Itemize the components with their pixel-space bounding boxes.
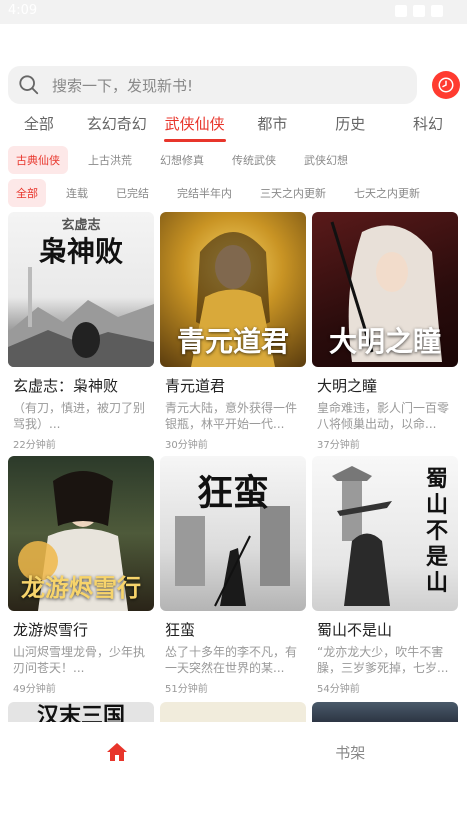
book-cover: 大明之瞳 [312,212,458,367]
nav-bookshelf-label: 书架 [335,743,366,762]
book-desc: 怂了十多年的李不凡，有一天突然在世界的某... [165,645,298,675]
book-cover[interactable]: 汉末三国 [8,702,154,724]
chip-wuxia-fantasy[interactable]: 武侠幻想 [296,146,356,174]
book-card[interactable]: 龙游烬雪行 龙游烬雪行 山河烬雪埋龙骨，少年执刃问苍天！... 49分钟前 [8,456,154,695]
book-card[interactable]: 大明之瞳 大明之瞳 皇命难违，影人门一百零八将倾巢出动，以命... 37分钟前 [312,212,458,451]
book-desc: 皇命难违，影人门一百零八将倾巢出动，以命... [317,401,450,431]
category-tabs: 全部 玄幻奇幻 武侠仙侠 都市 历史 科幻 [0,112,467,144]
cover-title: 狂蛮 [196,472,269,514]
filter-completed[interactable]: 已完结 [108,179,157,207]
filter-serializing[interactable]: 连载 [58,179,96,207]
clock-icon [438,77,454,93]
book-cover[interactable] [312,702,458,724]
filter-all[interactable]: 全部 [8,179,46,207]
chip-ancient-honghuang[interactable]: 上古洪荒 [80,146,140,174]
book-title: 龙游烬雪行 [13,621,89,639]
book-cover: 狂蛮 [160,456,306,611]
filter-updated-7-days[interactable]: 七天之内更新 [346,179,428,207]
cover-title: 蜀山不是山 [425,466,448,596]
status-icons [395,5,443,17]
nav-home[interactable] [0,722,234,782]
bottom-nav: 书架 [0,722,467,782]
tab-all[interactable]: 全部 [0,112,78,144]
book-cover[interactable] [160,702,306,724]
status-bar: 4:09 [0,0,467,24]
book-grid: 玄虚志 枭神败 玄虚志：枭神败 （有刀，慎进，被刀了别骂我）... 22分钟前 … [8,212,459,695]
book-title: 蜀山不是山 [317,621,393,639]
book-card[interactable]: 蜀山不是山 蜀山不是山 “龙亦龙大少，吹牛不害臊，三岁爹死掉，七岁... 54分… [312,456,458,695]
book-cover: 玄虚志 枭神败 [8,212,154,367]
filter-updated-3-days[interactable]: 三天之内更新 [252,179,334,207]
book-card[interactable]: 玄虚志 枭神败 玄虚志：枭神败 （有刀，慎进，被刀了别骂我）... 22分钟前 [8,212,154,451]
book-cover: 蜀山不是山 [312,456,458,611]
book-time: 30分钟前 [165,440,208,451]
cover-title: 龙游烬雪行 [21,573,141,602]
book-time: 37分钟前 [317,440,360,451]
tab-fantasy[interactable]: 玄幻奇幻 [78,112,156,144]
signal-icon [413,5,425,17]
cover-title: 汉末三国 [36,703,125,724]
book-desc: “龙亦龙大少，吹牛不害臊，三岁爹死掉，七岁... [317,645,449,675]
book-cover: 青元道君 [160,212,306,367]
search-icon [18,74,40,96]
sub-category-row: 古典仙侠 上古洪荒 幻想修真 传统武侠 武侠幻想 [8,146,356,174]
book-cover: 龙游烬雪行 [8,456,154,611]
book-title: 青元道君 [165,377,226,395]
search-placeholder: 搜索一下，发现新书! [52,76,194,95]
wifi-icon [395,5,407,17]
tab-scifi[interactable]: 科幻 [389,112,467,144]
cover-title: 枭神败 [38,235,123,268]
chip-classic-xianxia[interactable]: 古典仙侠 [8,146,68,174]
book-time: 49分钟前 [13,684,56,695]
book-title: 狂蛮 [165,621,196,639]
history-button[interactable] [432,71,460,99]
tab-urban[interactable]: 都市 [233,112,311,144]
battery-icon [431,5,443,17]
search-row: 搜索一下，发现新书! [8,66,460,104]
book-time: 51分钟前 [165,684,208,695]
book-time: 54分钟前 [317,684,360,695]
search-input[interactable]: 搜索一下，发现新书! [8,66,417,104]
next-row-peek: 汉末三国 [8,702,458,724]
book-card[interactable]: 狂蛮 狂蛮 怂了十多年的李不凡，有一天突然在世界的某... 51分钟前 [160,456,306,695]
book-desc: （有刀，慎进，被刀了别骂我）... [13,401,146,431]
book-desc: 青元大陆，意外获得一件银瓶，林平开始一代... [165,401,298,431]
home-icon [106,743,127,761]
status-time: 4:09 [8,3,38,18]
book-title: 玄虚志：枭神败 [13,377,119,395]
cover-title: 青元道君 [176,325,289,358]
bottom-spacer [0,782,467,830]
nav-bookshelf[interactable]: 书架 [234,722,467,782]
book-title: 大明之瞳 [317,377,378,395]
book-desc: 山河烬雪埋龙骨，少年执刃问苍天！... [13,645,146,675]
book-card[interactable]: 青元道君 青元道君 青元大陆，意外获得一件银瓶，林平开始一代... 30分钟前 [160,212,306,451]
tab-wuxia[interactable]: 武侠仙侠 [156,112,234,144]
status-filter-row: 全部 连载 已完结 完结半年内 三天之内更新 七天之内更新 [8,179,428,207]
filter-completed-half-year[interactable]: 完结半年内 [169,179,240,207]
chip-traditional-wuxia[interactable]: 传统武侠 [224,146,284,174]
cover-title: 大明之瞳 [328,325,441,358]
chip-fantasy-cultivation[interactable]: 幻想修真 [152,146,212,174]
tab-history[interactable]: 历史 [311,112,389,144]
book-time: 22分钟前 [13,440,56,451]
